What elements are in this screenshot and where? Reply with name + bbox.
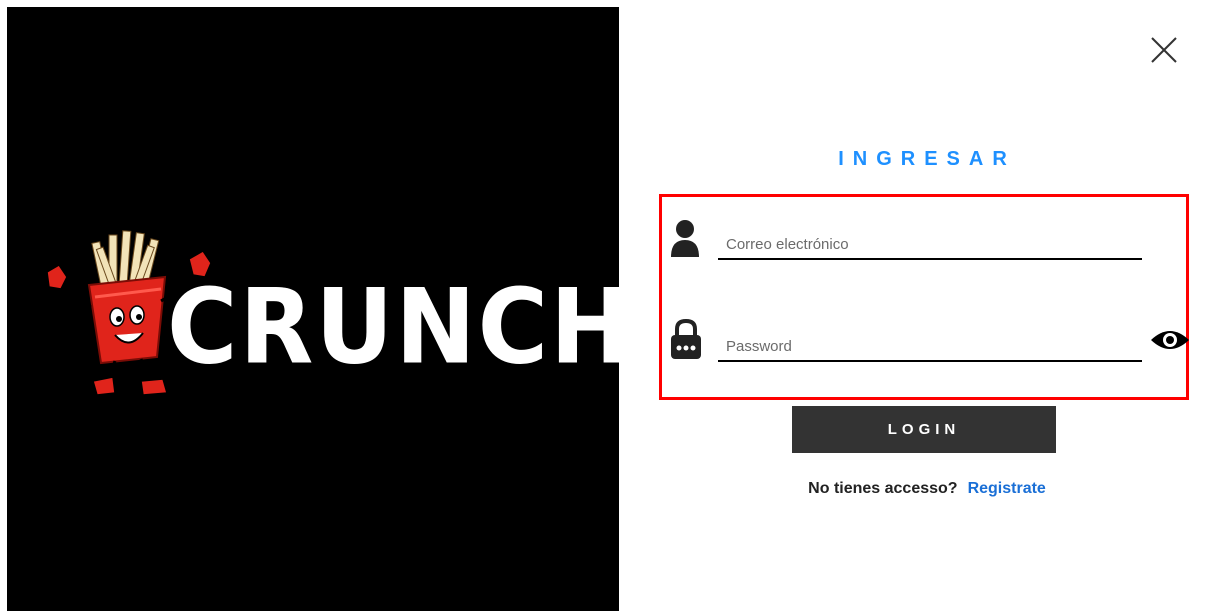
close-icon [1151,37,1177,63]
logo-wordmark: CRUNCHY [167,266,704,388]
register-link[interactable]: Registrate [968,480,1046,497]
close-button[interactable] [1148,34,1180,66]
crunchy-logo: CRUNCHY [37,227,702,407]
user-icon [671,220,699,257]
email-field[interactable] [718,230,1142,260]
brand-panel: CRUNCHY [7,7,702,611]
login-title: INGRESAR [838,148,1016,170]
register-row: No tienes accesso? Registrate [660,480,1194,498]
eye-icon[interactable] [1150,328,1190,352]
password-field[interactable] [718,332,1142,362]
register-prompt: No tienes accesso? [808,480,958,497]
login-button[interactable]: LOGIN [792,406,1056,453]
lock-icon [671,318,701,359]
credentials-highlight-box [659,194,1189,400]
